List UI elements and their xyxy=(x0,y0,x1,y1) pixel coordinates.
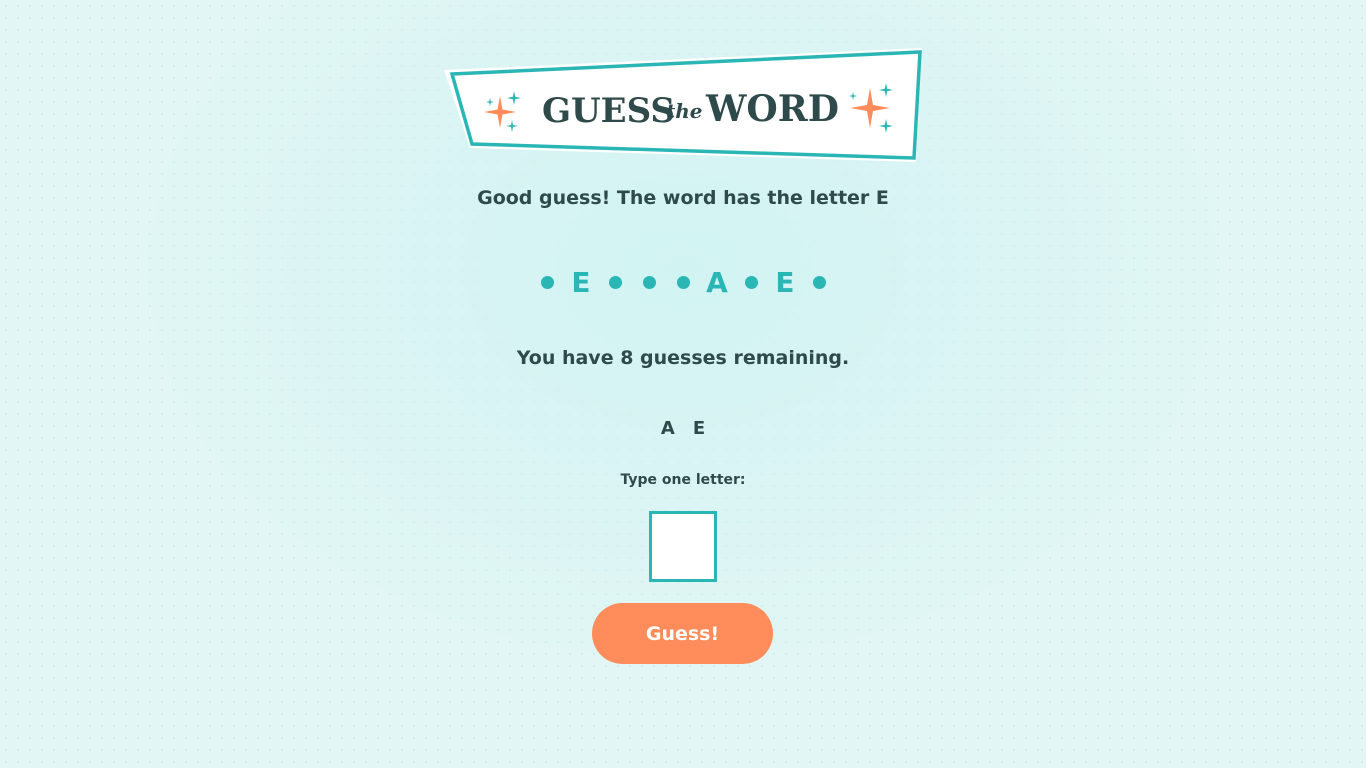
word-in-progress: EAE xyxy=(0,262,1366,302)
dot-icon xyxy=(642,275,656,289)
svg-text:GUESS: GUESS xyxy=(542,91,675,131)
dot-icon xyxy=(744,275,758,289)
hidden-letter-slot xyxy=(741,262,761,302)
guesses-remaining: You have 8 guesses remaining. xyxy=(516,347,850,369)
dot-icon xyxy=(676,275,690,289)
revealed-letter-slot: A xyxy=(706,265,728,299)
dot-icon xyxy=(540,275,554,289)
hidden-letter-slot xyxy=(537,262,557,302)
letter-input-label: Type one letter: xyxy=(620,472,746,488)
guessed-letter: E xyxy=(692,418,706,439)
dot-icon xyxy=(608,275,622,289)
hidden-letter-slot xyxy=(605,262,625,302)
guess-button[interactable]: Guess! xyxy=(592,603,773,664)
svg-text:WORD: WORD xyxy=(705,88,839,130)
guessed-letter: A xyxy=(660,418,675,439)
guess-the-word-logo: GUESS the WORD xyxy=(440,46,928,166)
hidden-letter-slot xyxy=(809,262,829,302)
svg-text:the: the xyxy=(666,99,703,123)
letter-input[interactable] xyxy=(649,511,717,582)
hidden-letter-slot xyxy=(673,262,693,302)
guessed-letters-list: AE xyxy=(0,418,1366,439)
hidden-letter-slot xyxy=(639,262,659,302)
game-page: GUESS the WORD Good guess! The word has … xyxy=(0,0,1366,768)
revealed-letter-slot: E xyxy=(775,265,795,299)
feedback-message: Good guess! The word has the letter E xyxy=(477,187,889,209)
revealed-letter-slot: E xyxy=(571,265,591,299)
dot-icon xyxy=(812,275,826,289)
